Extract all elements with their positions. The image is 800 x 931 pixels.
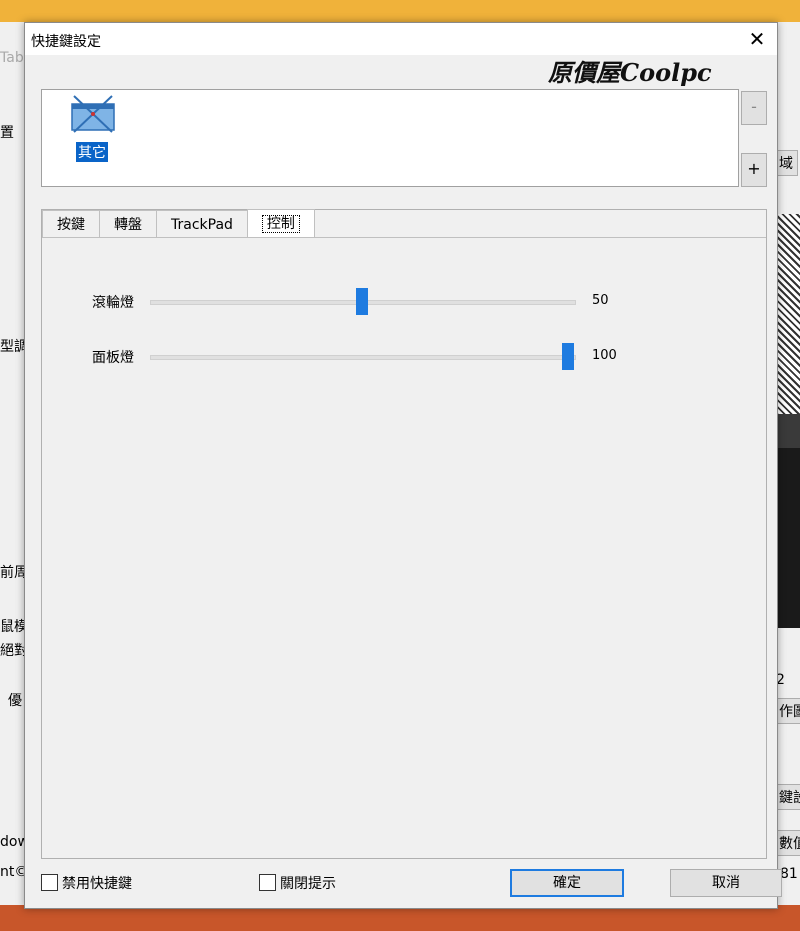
shortcut-settings-dialog: 快捷鍵設定 ✕ 原價屋Coolpc 其它 - + 按鍵 轉盤 TrackPad … <box>24 22 782 909</box>
tab-dial[interactable]: 轉盤 <box>99 210 157 237</box>
close-tips-checkbox[interactable]: 關閉提示 <box>259 873 336 893</box>
app-window-icon <box>71 95 115 133</box>
panel-light-slider-thumb[interactable] <box>562 343 574 370</box>
bg-fragment: 優 <box>8 693 22 709</box>
panel-light-track[interactable] <box>150 355 576 360</box>
tab-strip: 按鍵 轉盤 TrackPad 控制 <box>42 209 315 238</box>
checkbox-box[interactable] <box>259 874 276 891</box>
bg-dark-area <box>776 448 800 628</box>
cancel-button[interactable]: 取消 <box>670 869 782 897</box>
app-item-label: 其它 <box>76 142 108 162</box>
tab-control[interactable]: 控制 <box>246 209 315 238</box>
close-icon[interactable]: ✕ <box>745 27 769 51</box>
wheel-light-label: 滾輪燈 <box>92 295 134 311</box>
app-list: 其它 <box>41 89 739 187</box>
ok-button[interactable]: 確定 <box>510 869 624 897</box>
tab-control: 按鍵 轉盤 TrackPad 控制 滾輪燈 50 面板燈 100 <box>41 209 767 859</box>
close-tips-label: 關閉提示 <box>280 876 336 892</box>
brand-logo: 原價屋Coolpc <box>548 58 712 87</box>
panel-light-label: 面板燈 <box>92 350 134 366</box>
wheel-light-value: 50 <box>592 293 609 308</box>
bg-fragment: 81 <box>780 866 798 882</box>
wheel-light-row: 滾輪燈 50 <box>92 288 652 318</box>
add-app-button[interactable]: + <box>741 153 767 187</box>
checkbox-box[interactable] <box>41 874 58 891</box>
dialog-title: 快捷鍵設定 <box>31 34 101 50</box>
bg-title-fragment: Tab <box>0 50 24 66</box>
title-bar: 快捷鍵設定 ✕ <box>25 23 777 55</box>
disable-shortcuts-label: 禁用快捷鍵 <box>62 876 132 892</box>
panel-light-value: 100 <box>592 348 617 363</box>
wheel-light-slider-thumb[interactable] <box>356 288 368 315</box>
panel-light-row: 面板燈 100 <box>92 343 652 373</box>
control-panel: 滾輪燈 50 面板燈 100 <box>42 237 766 858</box>
tab-trackpad[interactable]: TrackPad <box>156 210 248 237</box>
remove-app-button[interactable]: - <box>741 91 767 125</box>
disable-shortcuts-checkbox[interactable]: 禁用快捷鍵 <box>41 873 132 893</box>
bg-hatched-area <box>776 214 800 414</box>
bg-fragment: 置 <box>0 125 14 141</box>
bg-chart-area <box>776 414 800 448</box>
tab-keys[interactable]: 按鍵 <box>42 210 100 237</box>
